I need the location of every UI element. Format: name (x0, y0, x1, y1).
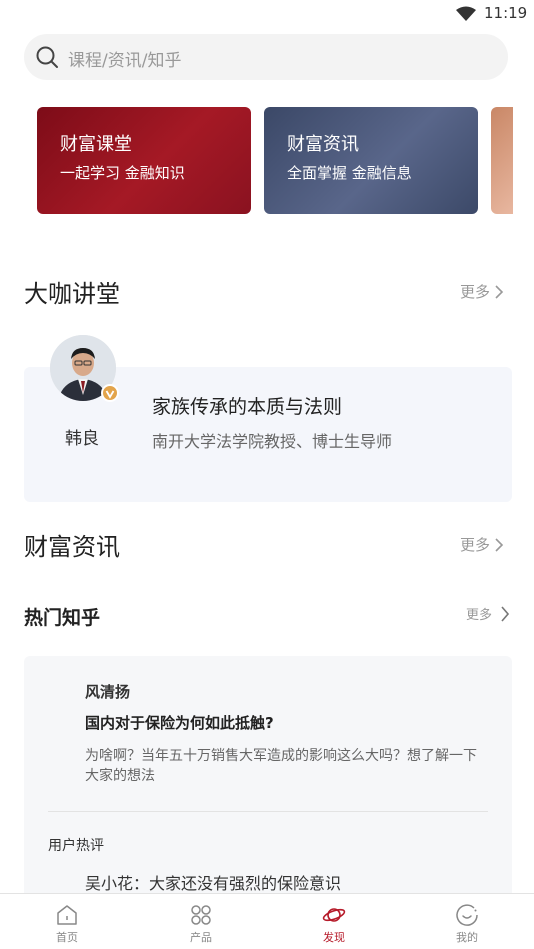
more-label: 更多 (459, 283, 490, 301)
home-icon (57, 905, 77, 925)
verified-badge-icon (101, 384, 119, 402)
banner-next-partial[interactable] (491, 107, 513, 214)
planet-icon (322, 908, 346, 922)
divider (48, 811, 488, 812)
search-input[interactable]: 课程/资讯/知乎 (24, 34, 508, 80)
speaker-avatar (50, 335, 119, 402)
search-placeholder: 课程/资讯/知乎 (68, 51, 182, 71)
lecture-description: 南开大学法学院教授、博士生导师 (152, 432, 393, 451)
banner-wealth-class[interactable]: 财富课堂 一起学习 金融知识 (37, 107, 251, 214)
banner-wealth-news[interactable]: 财富资讯 全面掌握 金融信息 (264, 107, 478, 214)
banner-title: 财富资讯 (287, 134, 359, 155)
tab-home[interactable]: 首页 (27, 894, 107, 949)
status-bar: 11:19 (0, 0, 534, 28)
banner-subtitle: 一起学习 金融知识 (60, 164, 185, 182)
grid-icon (191, 905, 211, 925)
banner-subtitle: 全面掌握 金融信息 (287, 164, 412, 182)
tab-products[interactable]: 产品 (161, 894, 241, 949)
hot-comment-label: 用户热评 (48, 838, 104, 854)
tab-profile[interactable]: 我的 (427, 894, 507, 949)
chevron-right-icon (495, 284, 504, 299)
section-title-hot: 热门知乎 (24, 607, 101, 629)
more-label: 更多 (465, 608, 492, 623)
speaker-name: 韩良 (65, 429, 99, 449)
tab-discover[interactable]: 发现 (294, 894, 374, 949)
qa-question[interactable]: 国内对于保险为何如此抵触? (85, 712, 274, 733)
search-icon (36, 46, 58, 68)
status-time: 11:19 (484, 4, 528, 22)
qa-username: 风清扬 (85, 683, 131, 701)
tab-label: 发现 (323, 931, 345, 944)
banner-title: 财富课堂 (60, 134, 132, 155)
more-label: 更多 (459, 536, 490, 554)
news-more-link[interactable]: 更多 (460, 534, 504, 555)
tab-label: 首页 (56, 931, 78, 944)
wifi-icon (456, 6, 476, 21)
lecture-title[interactable]: 家族传承的本质与法则 (152, 392, 342, 419)
bottom-tabbar: 首页 产品 发现 我的 (0, 893, 534, 949)
chevron-right-icon (495, 537, 504, 552)
section-title-news: 财富资讯 (24, 533, 120, 561)
section-title-lecture: 大咖讲堂 (24, 280, 120, 308)
tab-label: 我的 (456, 931, 478, 944)
profile-icon (456, 904, 478, 926)
hot-comment: 吴小花：大家还没有强烈的保险意识 (85, 874, 342, 893)
lecture-more-link[interactable]: 更多 (460, 281, 504, 302)
qa-description: 为啥啊？当年五十万销售大军造成的影响这么大吗？想了解一下大家的想法 (85, 748, 477, 784)
hot-more-link[interactable]: 更多 (466, 604, 510, 623)
tab-label: 产品 (190, 931, 212, 944)
chevron-right-icon (501, 605, 510, 622)
